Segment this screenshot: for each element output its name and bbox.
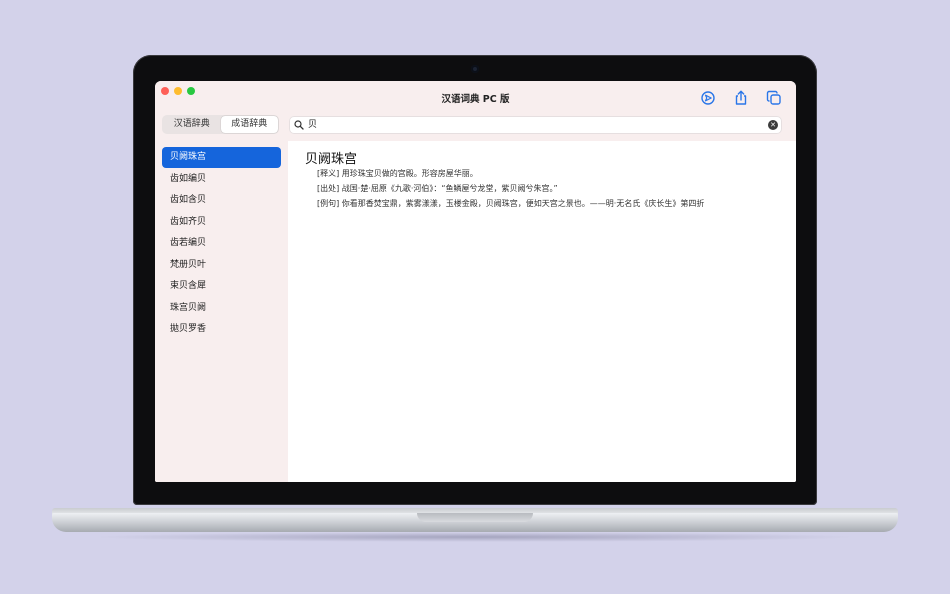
result-item[interactable]: 束贝含犀 xyxy=(162,276,281,297)
copy-icon[interactable] xyxy=(765,89,783,107)
entry-detail: 贝阙珠宫 [释义] 用珍珠宝贝做的宫殿。形容房屋华丽。 [出处] 战国·楚·屈原… xyxy=(288,141,796,482)
result-item[interactable]: 贝阙珠宫 xyxy=(162,147,281,168)
tab-idiom-dictionary[interactable]: 成语辞典 xyxy=(220,116,278,133)
dictionary-switch: 汉语辞典 成语辞典 xyxy=(162,115,279,134)
result-item[interactable]: 拋贝罗香 xyxy=(162,319,281,340)
result-item[interactable]: 梵册贝叶 xyxy=(162,255,281,276)
app-window: 汉语词典 PC 版 汉语辞典 成语辞典 ✕ 贝阙珠宫 齿如编贝 xyxy=(155,81,796,482)
camera-icon xyxy=(471,65,479,73)
laptop-notch xyxy=(417,513,533,522)
laptop-shadow xyxy=(90,532,860,542)
results-sidebar: 贝阙珠宫 齿如编贝 齿如含贝 齿如齐贝 齿若编贝 梵册贝叶 束贝含犀 珠宫贝阙 … xyxy=(155,141,288,482)
entry-definition: [释义] 用珍珠宝贝做的宫殿。形容房屋华丽。 xyxy=(317,169,478,178)
search-icon xyxy=(294,120,304,130)
result-item[interactable]: 齿如编贝 xyxy=(162,169,281,190)
search-input[interactable] xyxy=(308,116,758,134)
entry-source: [出处] 战国·楚·屈原《九歌·河伯》：“鱼鳞屋兮龙堂，紫贝阙兮朱宫。” xyxy=(317,184,558,193)
tab-chinese-dictionary[interactable]: 汉语辞典 xyxy=(163,116,221,133)
result-item[interactable]: 齿如含贝 xyxy=(162,190,281,211)
entry-title: 贝阙珠宫 xyxy=(305,152,358,167)
title-bar: 汉语词典 PC 版 汉语辞典 成语辞典 ✕ xyxy=(155,81,796,141)
entry-example: [例句] 你看那香焚宝鼎，紫雾漾漾，玉楼金殿，贝阙珠宫，便如天宫之景也。——明·… xyxy=(317,199,705,208)
share-icon[interactable] xyxy=(732,89,750,107)
result-item[interactable]: 齿若编贝 xyxy=(162,233,281,254)
search-bar: ✕ xyxy=(289,116,782,134)
result-item[interactable]: 齿如齐贝 xyxy=(162,212,281,233)
compass-icon[interactable] xyxy=(699,89,717,107)
clear-search-icon[interactable]: ✕ xyxy=(768,120,778,130)
result-item[interactable]: 珠宫贝阙 xyxy=(162,298,281,319)
